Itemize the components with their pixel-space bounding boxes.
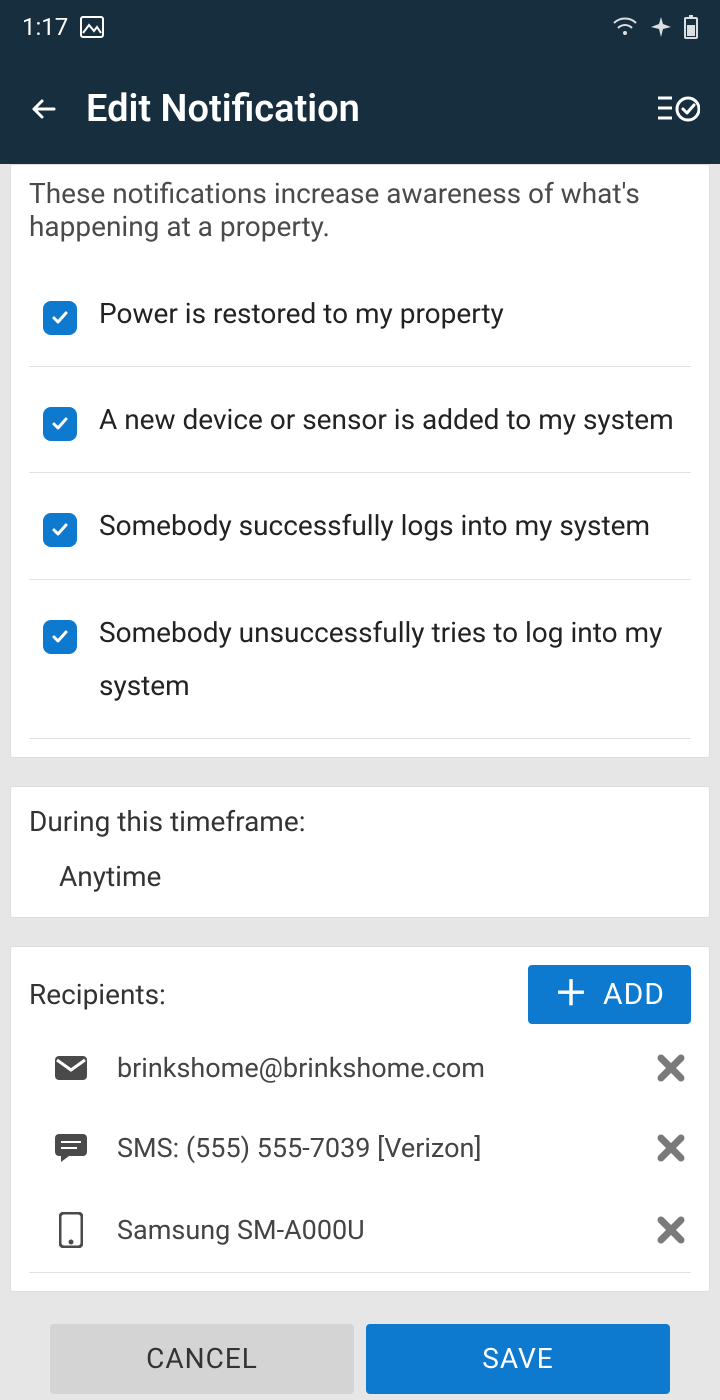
add-recipient-label: ADD [603, 977, 665, 1012]
add-recipient-button[interactable]: ＋ ADD [528, 965, 691, 1024]
divider [29, 1272, 691, 1273]
checkbox[interactable] [43, 620, 77, 654]
wifi-icon [612, 17, 638, 37]
status-bar: 1:17 [0, 0, 720, 54]
notification-option-label: Somebody unsuccessfully tries to log int… [99, 606, 691, 712]
status-time: 1:17 [22, 13, 68, 41]
recipient-row: Samsung SM-A000U [51, 1188, 691, 1272]
close-icon [657, 1054, 685, 1082]
phone-icon [51, 1212, 91, 1248]
close-icon [657, 1216, 685, 1244]
recipient-text: Samsung SM-A000U [117, 1214, 625, 1246]
delete-recipient-button[interactable] [651, 1134, 691, 1162]
notification-option[interactable]: A new device or sensor is added to my sy… [29, 367, 691, 473]
save-button[interactable]: SAVE [366, 1324, 670, 1394]
notification-option-label: Somebody successfully logs into my syste… [99, 499, 650, 552]
battery-icon [684, 15, 698, 39]
timeframe-value: Anytime [59, 860, 691, 893]
recipient-text: brinkshome@brinkshome.com [117, 1052, 625, 1084]
back-button[interactable] [20, 91, 68, 127]
airplane-icon [650, 16, 672, 38]
page-title: Edit Notification [86, 87, 644, 131]
app-bar: Edit Notification [0, 54, 720, 164]
sms-icon [51, 1134, 91, 1162]
picture-icon [80, 16, 104, 38]
recipient-row: brinkshome@brinkshome.com [51, 1028, 691, 1108]
checkmark-icon [50, 627, 70, 647]
recipient-row: SMS: (555) 555-7039 [Verizon] [51, 1108, 691, 1188]
recipients-title: Recipients: [29, 978, 166, 1011]
timeframe-title: During this timeframe: [29, 805, 691, 838]
email-icon [51, 1056, 91, 1080]
footer-buttons: CANCEL SAVE [10, 1292, 710, 1394]
checkbox[interactable] [43, 513, 77, 547]
cancel-button[interactable]: CANCEL [50, 1324, 354, 1394]
checkmark-icon [50, 520, 70, 540]
checkmark-icon [50, 414, 70, 434]
arrow-left-icon [26, 91, 62, 127]
delete-recipient-button[interactable] [651, 1216, 691, 1244]
notification-option-label: Power is restored to my property [99, 287, 504, 340]
notification-option[interactable]: Somebody unsuccessfully tries to log int… [29, 580, 691, 739]
close-icon [657, 1134, 685, 1162]
checkbox[interactable] [43, 407, 77, 441]
timeframe-card[interactable]: During this timeframe: Anytime [10, 786, 710, 918]
checkmark-icon [50, 308, 70, 328]
recipient-text: SMS: (555) 555-7039 [Verizon] [117, 1132, 625, 1164]
settings-action[interactable] [644, 92, 700, 126]
notifications-card: These notifications increase awareness o… [10, 164, 710, 758]
delete-recipient-button[interactable] [651, 1054, 691, 1082]
notification-option-label: A new device or sensor is added to my sy… [99, 393, 674, 446]
notification-option[interactable]: Somebody successfully logs into my syste… [29, 473, 691, 579]
notification-option[interactable]: Power is restored to my property [29, 261, 691, 367]
plus-icon: ＋ [554, 977, 589, 1011]
recipients-card: Recipients: ＋ ADD brinkshome@brinkshome.… [10, 946, 710, 1292]
list-check-icon [658, 92, 700, 126]
checkbox[interactable] [43, 301, 77, 335]
notifications-intro: These notifications increase awareness o… [29, 177, 691, 243]
